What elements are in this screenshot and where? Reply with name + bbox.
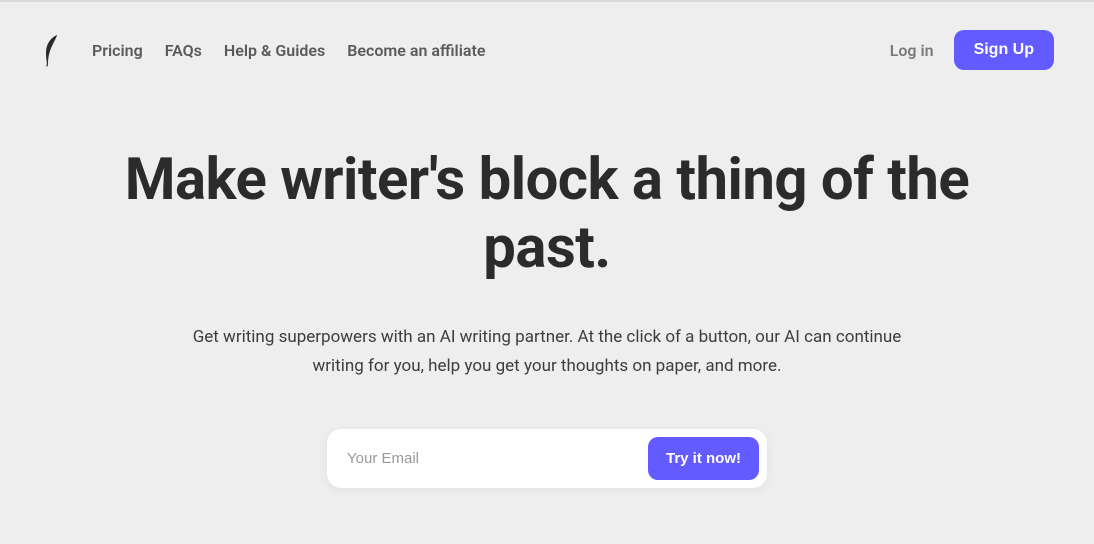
logo-feather-icon[interactable]: [40, 32, 64, 68]
try-it-now-button[interactable]: Try it now!: [648, 437, 759, 480]
nav-faqs[interactable]: FAQs: [165, 41, 202, 60]
login-link[interactable]: Log in: [890, 41, 934, 60]
nav: Pricing FAQs Help & Guides Become an aff…: [92, 41, 485, 60]
nav-affiliate[interactable]: Become an affiliate: [347, 41, 485, 60]
hero-title: Make writer's block a thing of the past.: [60, 146, 1034, 283]
header-left: Pricing FAQs Help & Guides Become an aff…: [40, 32, 485, 68]
header: Pricing FAQs Help & Guides Become an aff…: [0, 2, 1094, 90]
nav-pricing[interactable]: Pricing: [92, 41, 143, 60]
email-form: Try it now!: [327, 429, 767, 488]
signup-button[interactable]: Sign Up: [954, 30, 1054, 70]
hero-subtitle: Get writing superpowers with an AI writi…: [167, 323, 927, 381]
header-right: Log in Sign Up: [890, 30, 1054, 70]
hero: Make writer's block a thing of the past.…: [0, 90, 1094, 488]
email-input[interactable]: [347, 440, 648, 477]
nav-help-guides[interactable]: Help & Guides: [224, 41, 325, 60]
